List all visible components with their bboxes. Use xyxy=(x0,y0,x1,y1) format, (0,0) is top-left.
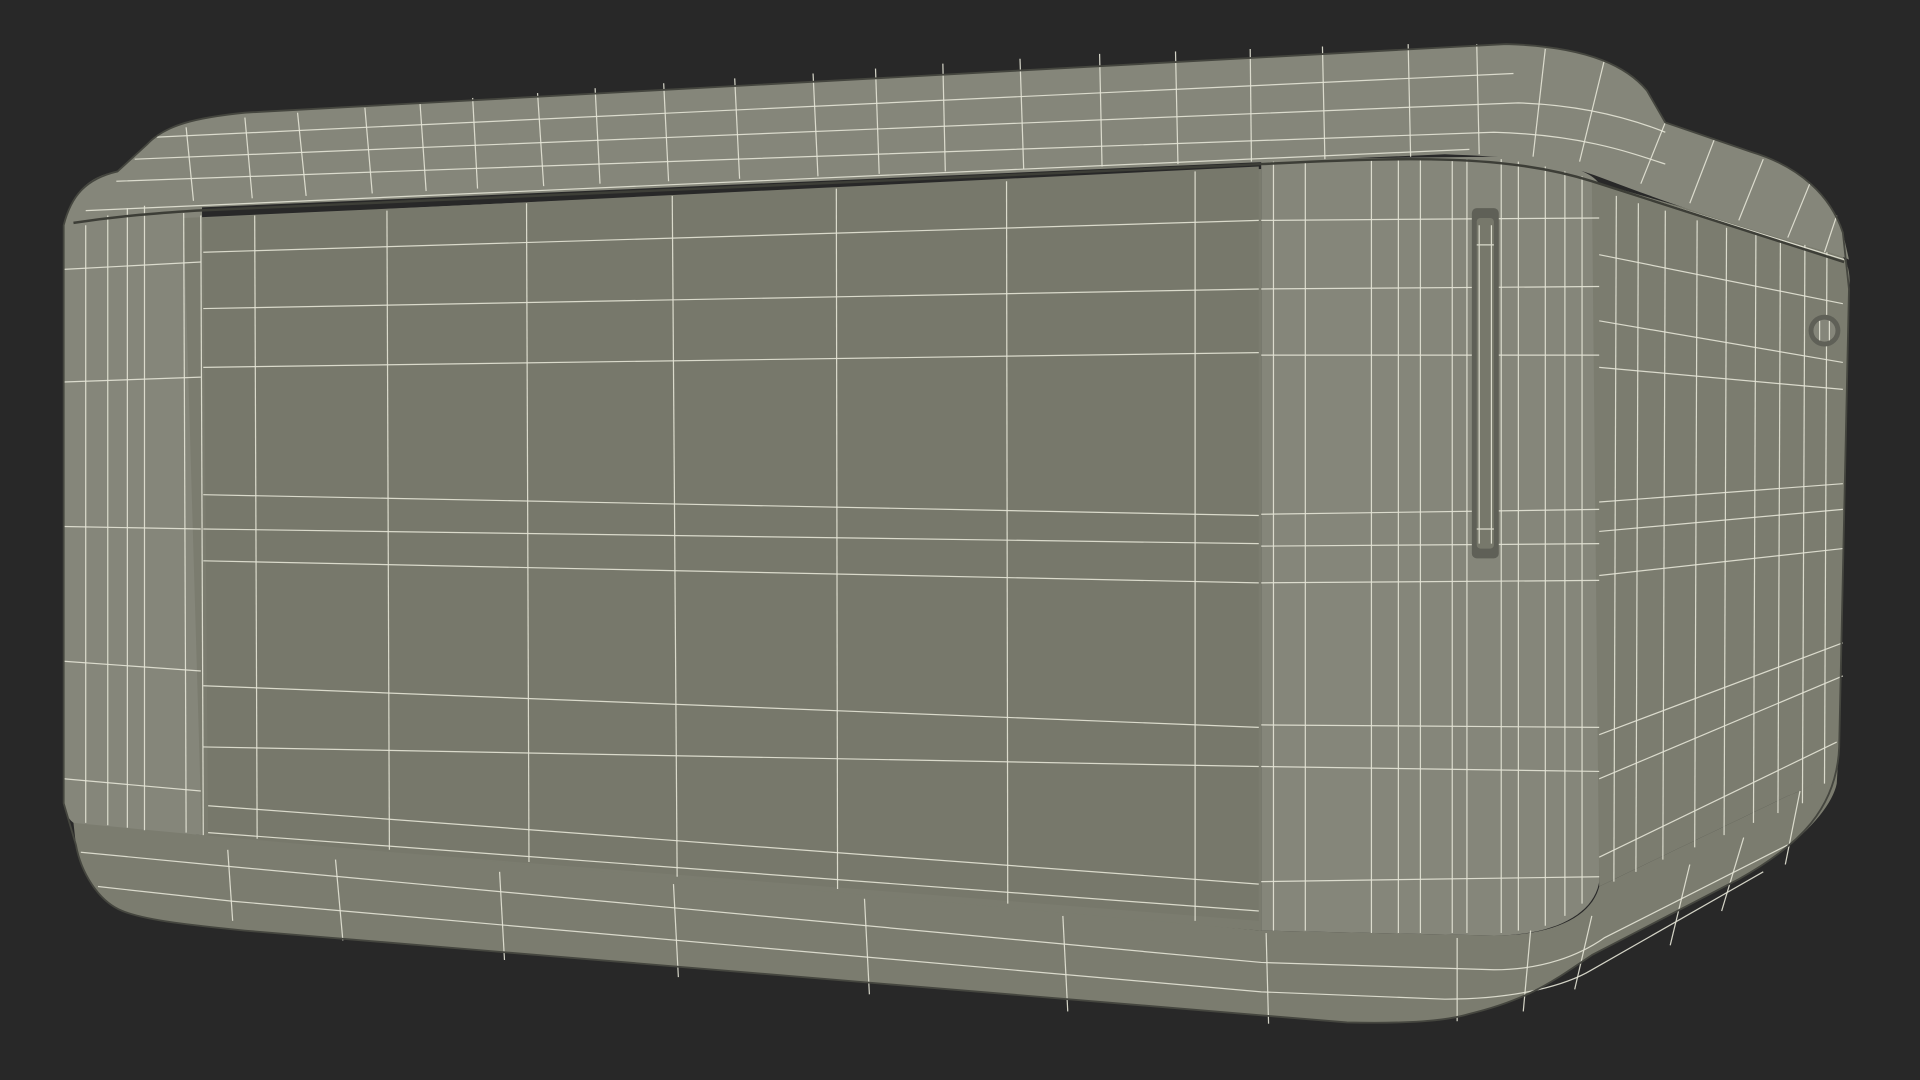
front-panel-inset xyxy=(203,166,1259,921)
control-slot xyxy=(1471,208,1499,559)
jet-fitting-icon xyxy=(1808,314,1841,347)
wireframe-render xyxy=(62,43,1850,1024)
3d-viewport[interactable] xyxy=(0,0,1920,1080)
side-face xyxy=(1591,181,1850,887)
